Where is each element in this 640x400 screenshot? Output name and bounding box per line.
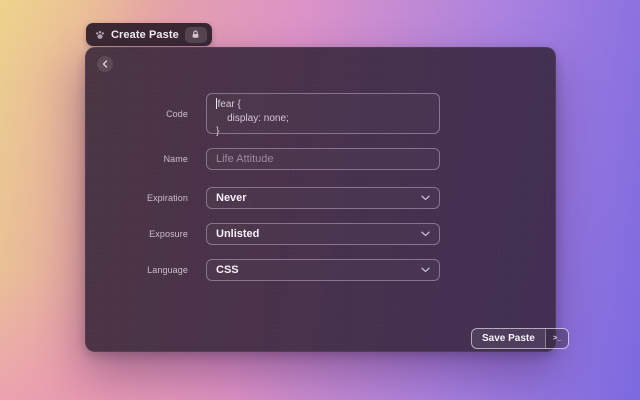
language-label: Language bbox=[104, 265, 206, 275]
form-row-code: Code fear { display: none; } bbox=[104, 93, 440, 134]
language-value: CSS bbox=[216, 264, 239, 276]
chevron-down-icon bbox=[421, 231, 430, 237]
create-paste-window: Code fear { display: none; } Name Expira… bbox=[85, 47, 556, 352]
name-input[interactable] bbox=[206, 148, 440, 170]
chevron-down-icon bbox=[421, 195, 430, 201]
tab-title: Create Paste bbox=[111, 29, 179, 41]
exposure-select[interactable]: Unlisted bbox=[206, 223, 440, 245]
exposure-label: Exposure bbox=[104, 229, 206, 239]
form-row-name: Name bbox=[104, 148, 440, 170]
code-textarea[interactable]: fear { display: none; } bbox=[206, 93, 440, 134]
exposure-value: Unlisted bbox=[216, 228, 259, 240]
code-label: Code bbox=[104, 109, 206, 119]
tab-create-paste[interactable]: Create Paste bbox=[86, 23, 212, 46]
form-row-exposure: Exposure Unlisted bbox=[104, 223, 440, 245]
paw-icon bbox=[95, 30, 105, 40]
terminal-icon: >_ bbox=[545, 329, 568, 348]
expiration-label: Expiration bbox=[104, 193, 206, 203]
expiration-select[interactable]: Never bbox=[206, 187, 440, 209]
code-value: fear { display: none; } bbox=[216, 99, 289, 137]
lock-icon[interactable] bbox=[185, 27, 207, 43]
form-row-language: Language CSS bbox=[104, 259, 440, 281]
back-button[interactable] bbox=[97, 56, 113, 72]
language-select[interactable]: CSS bbox=[206, 259, 440, 281]
save-paste-button[interactable]: Save Paste >_ bbox=[471, 328, 569, 349]
name-label: Name bbox=[104, 154, 206, 164]
expiration-value: Never bbox=[216, 192, 247, 204]
save-paste-label: Save Paste bbox=[472, 329, 545, 348]
form-row-expiration: Expiration Never bbox=[104, 187, 440, 209]
chevron-down-icon bbox=[421, 267, 430, 273]
